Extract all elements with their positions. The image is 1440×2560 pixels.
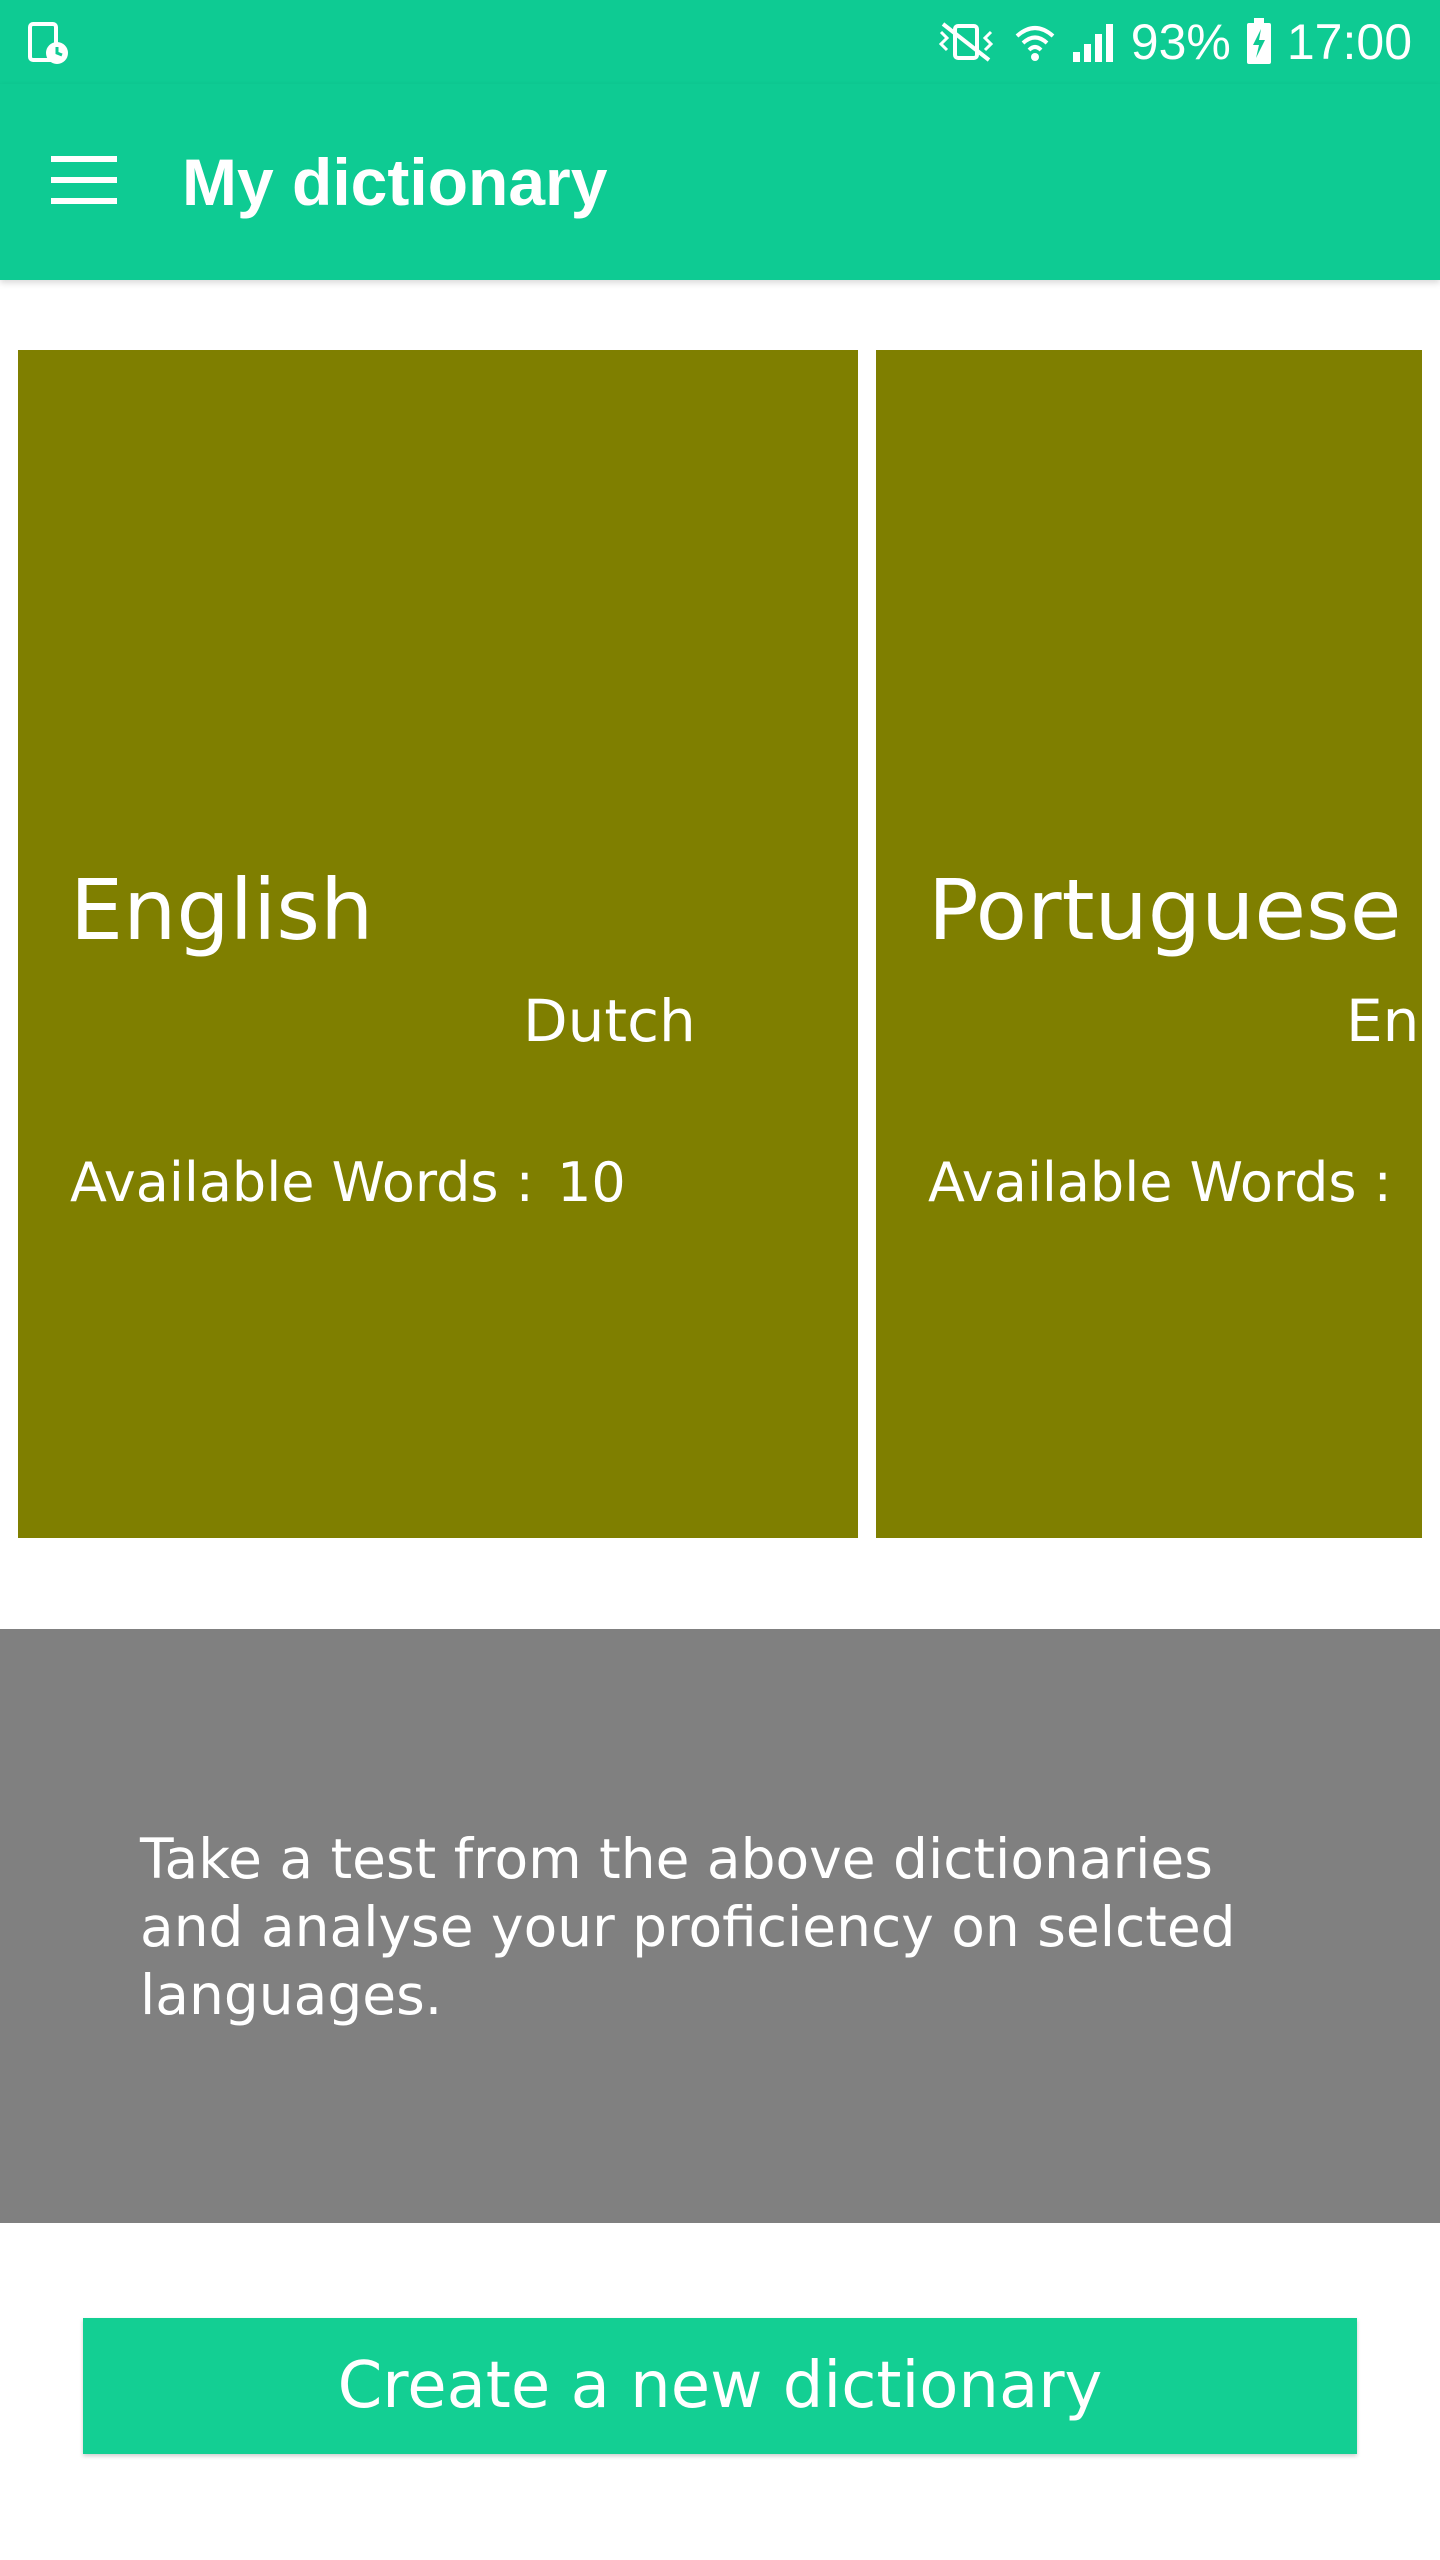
status-indicators: 93% 17:00 (933, 10, 1412, 74)
source-language: Portuguese (928, 861, 1402, 959)
dictionary-card[interactable]: English Dutch Available Words : 10 (18, 350, 858, 1538)
wifi-icon (1013, 20, 1057, 64)
create-dictionary-button[interactable]: Create a new dictionary (83, 2318, 1357, 2454)
available-words: Available Words : 10 (70, 1150, 626, 1216)
available-words: Available Words : (928, 1150, 1398, 1216)
target-language: Dutch (523, 987, 696, 1055)
vibrate-mute-icon (933, 20, 999, 64)
menu-button[interactable] (36, 140, 132, 224)
test-info-panel[interactable]: Take a test from the above dictionaries … (0, 1629, 1440, 2223)
status-time: 17:00 (1286, 14, 1412, 70)
available-words-count: 10 (557, 1151, 626, 1214)
hamburger-menu-icon (49, 154, 119, 210)
screenshot-clock-icon (28, 22, 70, 66)
battery-percent: 93% (1130, 14, 1231, 70)
battery-charging-icon (1245, 18, 1273, 66)
target-language: En (1346, 987, 1420, 1055)
dictionary-card[interactable]: Portuguese En Available Words : (876, 350, 1422, 1538)
source-language: English (70, 861, 374, 959)
available-words-label: Available Words : (70, 1151, 534, 1214)
app-bar: My dictionary (0, 84, 1440, 280)
available-words-label: Available Words : (928, 1151, 1392, 1214)
signal-icon (1071, 20, 1117, 64)
status-bar: 93% 17:00 (0, 0, 1440, 84)
test-info-text: Take a test from the above dictionaries … (140, 1827, 1236, 2027)
page-title: My dictionary (182, 145, 608, 219)
dictionary-carousel[interactable]: English Dutch Available Words : 10 Portu… (0, 350, 1440, 1538)
